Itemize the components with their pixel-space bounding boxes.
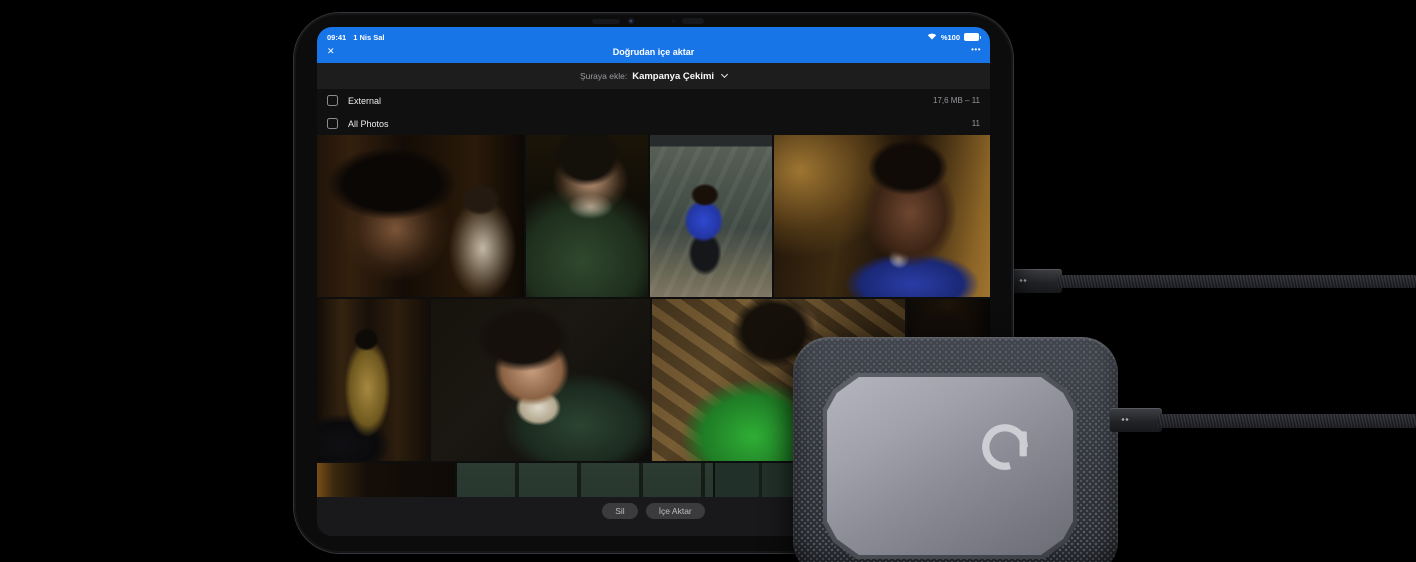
chevron-down-icon[interactable]	[721, 71, 728, 78]
source-label: All Photos	[348, 119, 389, 129]
page-title: Doğrudan içe aktar	[317, 47, 990, 57]
status-date: 1 Nis Sal	[353, 33, 384, 42]
ssd-faceplate	[823, 373, 1077, 559]
connector-logo-icon	[1121, 418, 1129, 421]
source-row-external[interactable]: External 17,6 MB – 11	[317, 89, 990, 112]
photo-thumbnail[interactable]	[526, 135, 648, 297]
delete-button[interactable]: Sil	[602, 503, 637, 519]
status-time: 09:41	[327, 33, 346, 42]
sensor-dot	[672, 20, 675, 23]
usb-c-connector-ssd	[1110, 408, 1162, 432]
photo-thumbnail[interactable]	[317, 299, 429, 461]
photo-thumbnail[interactable]	[650, 135, 772, 297]
scene: 09:41 1 Nis Sal %100 ✕	[0, 0, 1416, 562]
battery-icon	[964, 33, 981, 41]
more-options-button[interactable]: •••	[971, 45, 981, 54]
source-meta: 11	[972, 119, 980, 128]
g-technology-logo-icon	[979, 421, 1031, 473]
all-photos-checkbox[interactable]	[327, 118, 338, 129]
source-meta: 17,6 MB – 11	[933, 96, 980, 105]
usb-c-cable-ipad	[1058, 275, 1416, 288]
speaker-slot	[592, 19, 620, 24]
photo-thumbnail[interactable]	[457, 463, 713, 497]
photo-thumbnail[interactable]	[317, 135, 524, 297]
connector-logo-icon	[1019, 279, 1027, 282]
import-header: 09:41 1 Nis Sal %100 ✕	[317, 27, 990, 63]
wifi-icon	[927, 32, 937, 42]
front-camera	[628, 18, 634, 24]
photo-thumbnail[interactable]	[431, 299, 650, 461]
title-bar: ✕ Doğrudan içe aktar •••	[317, 44, 990, 63]
destination-label: Şuraya ekle:	[580, 71, 627, 81]
usb-c-connector-ipad	[1008, 269, 1062, 293]
import-button[interactable]: İçe Aktar	[646, 503, 705, 519]
source-row-all-photos[interactable]: All Photos 11	[317, 112, 990, 135]
status-bar: 09:41 1 Nis Sal %100	[317, 27, 990, 44]
photo-thumbnail[interactable]	[317, 463, 455, 497]
destination-dropdown[interactable]: Kampanya Çekimi	[632, 71, 714, 82]
battery-percent: %100	[941, 33, 960, 42]
external-ssd-drive	[793, 337, 1118, 562]
destination-bar: Şuraya ekle: Kampanya Çekimi	[317, 63, 990, 89]
photo-thumbnail[interactable]	[774, 135, 990, 297]
usb-c-cable-ssd	[1158, 414, 1416, 428]
sensor-slot	[682, 18, 704, 24]
source-label: External	[348, 96, 381, 106]
external-checkbox[interactable]	[327, 95, 338, 106]
